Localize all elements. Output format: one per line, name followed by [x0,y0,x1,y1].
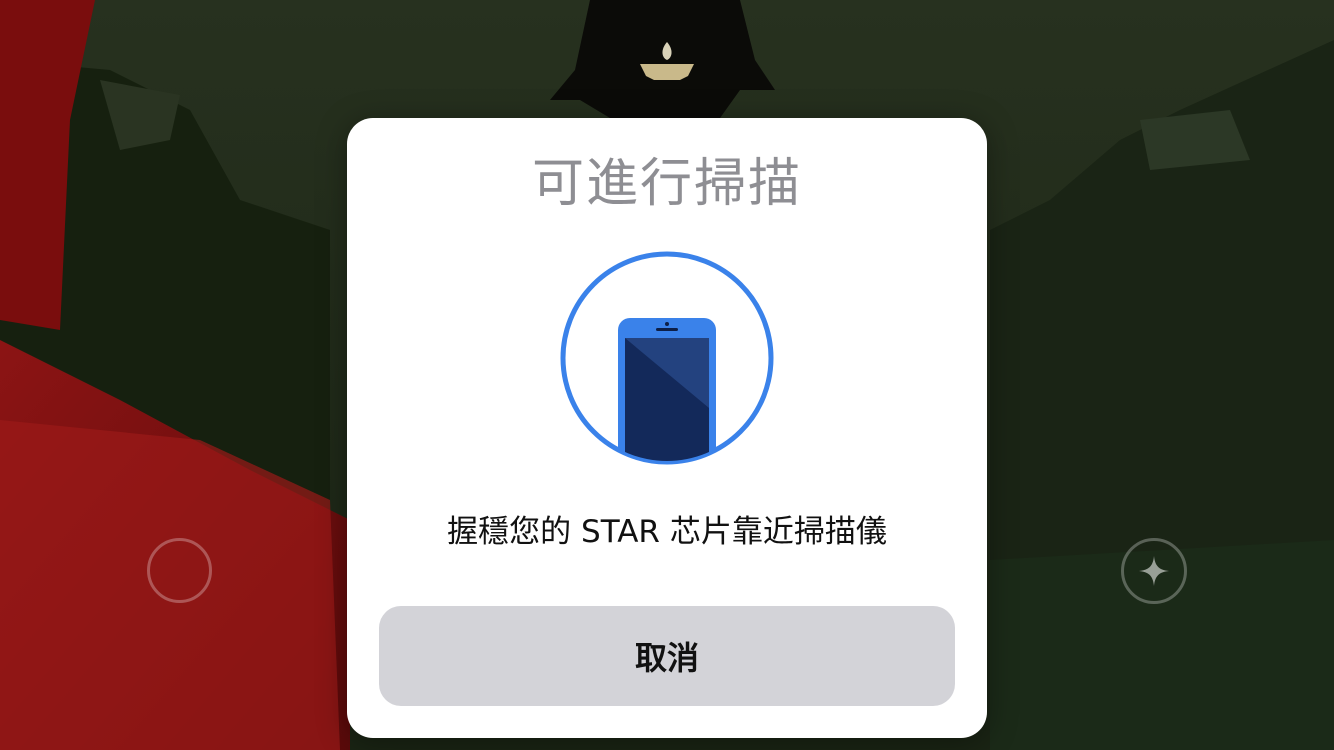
joystick-ring-icon[interactable] [147,538,212,603]
sparkle-star-icon[interactable] [1121,538,1187,604]
scan-dialog: 可進行掃描 握穩您的 STAR 芯片靠近掃描儀 取消 [347,118,987,738]
dialog-title: 可進行掃描 [531,154,802,214]
cancel-button[interactable]: 取消 [379,606,955,706]
dialog-message: 握穩您的 STAR 芯片靠近掃描儀 [447,514,887,550]
phone-icon [560,251,774,465]
sparkle-icon [1139,556,1169,586]
